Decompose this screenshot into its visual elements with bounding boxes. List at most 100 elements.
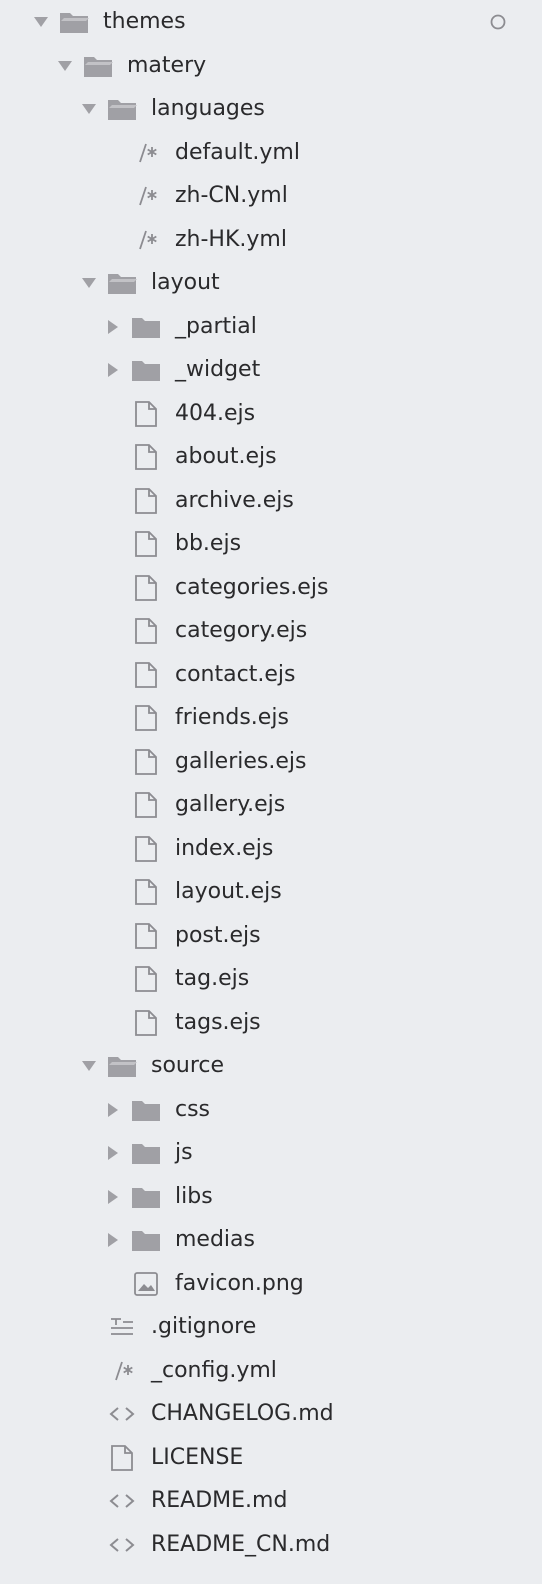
tree-row[interactable]: CHANGELOG.md <box>0 1392 542 1436</box>
config-file-icon <box>130 225 162 255</box>
disclosure-right-icon[interactable] <box>106 1189 120 1204</box>
disclosure-right-icon[interactable] <box>106 1233 120 1247</box>
disclosure-down-icon[interactable] <box>82 102 96 116</box>
file-icon <box>130 486 162 516</box>
disclosure-down-icon[interactable] <box>58 59 72 73</box>
tree-row[interactable]: medias <box>0 1218 542 1262</box>
file-icon <box>130 921 162 951</box>
tree-item-label: tag.ejs <box>175 966 250 991</box>
folder-icon <box>130 1182 162 1212</box>
tree-row[interactable]: default.yml <box>0 131 542 175</box>
tree-item-label: source <box>151 1053 225 1078</box>
tree-item-label: archive.ejs <box>175 487 294 513</box>
tree-row[interactable]: README.md <box>0 1479 542 1523</box>
tree-item-label: bb.ejs <box>175 531 242 556</box>
tree-row[interactable]: README_CN.md <box>0 1523 542 1567</box>
tree-item-label: friends.ejs <box>175 705 289 730</box>
disclosure-down-icon[interactable] <box>34 15 48 29</box>
code-file-icon <box>106 1530 138 1560</box>
tree-item-label: gallery.ejs <box>175 792 286 817</box>
tree-row[interactable]: galleries.ejs <box>0 740 542 784</box>
tree-item-label: languages <box>151 96 265 121</box>
file-icon <box>130 1008 162 1038</box>
file-icon <box>130 573 162 603</box>
tree-row[interactable]: layout.ejs <box>0 870 542 914</box>
file-icon <box>130 442 162 472</box>
file-icon <box>106 1443 138 1473</box>
folder-open-icon <box>82 51 114 81</box>
tree-row[interactable]: zh-HK.yml <box>0 218 542 262</box>
folder-open-icon <box>58 7 90 37</box>
tree-row[interactable]: category.ejs <box>0 609 542 653</box>
disclosure-down-icon[interactable] <box>82 1059 96 1073</box>
tree-item-label: README.md <box>151 1488 288 1513</box>
tree-row[interactable]: bb.ejs <box>0 522 542 566</box>
tree-item-label: favicon.png <box>175 1270 304 1296</box>
tree-item-label: 404.ejs <box>175 400 256 426</box>
tree-row[interactable]: post.ejs <box>0 914 542 958</box>
tree-item-label: zh-HK.yml <box>175 226 287 252</box>
tree-item-label: matery <box>127 52 207 78</box>
tree-item-label: libs <box>175 1183 213 1209</box>
tree-row[interactable]: 404.ejs <box>0 392 542 436</box>
file-tree: themes matery languages default.yml zh-CN.ym… <box>0 0 542 1584</box>
tree-row[interactable]: layout <box>0 261 542 305</box>
tree-item-label: galleries.ejs <box>175 748 307 774</box>
tree-row[interactable]: LICENSE <box>0 1436 542 1480</box>
tree-item-label: themes <box>103 9 186 34</box>
disclosure-right-icon[interactable] <box>106 1102 120 1117</box>
disclosure-right-icon[interactable] <box>106 363 120 377</box>
folder-icon <box>130 1138 162 1168</box>
tree-row[interactable]: about.ejs <box>0 435 542 479</box>
config-file-icon <box>130 181 162 211</box>
tree-item-label: css <box>175 1096 211 1122</box>
tree-row[interactable]: source <box>0 1044 542 1088</box>
folder-open-icon <box>106 1051 138 1081</box>
disclosure-right-icon[interactable] <box>106 319 120 334</box>
code-file-icon <box>106 1399 138 1429</box>
tree-row[interactable]: libs <box>0 1175 542 1219</box>
file-icon <box>130 660 162 690</box>
config-file-icon <box>106 1356 138 1386</box>
file-icon <box>130 834 162 864</box>
file-icon <box>130 703 162 733</box>
tree-row[interactable]: gallery.ejs <box>0 783 542 827</box>
tree-item-label: layout.ejs <box>175 879 282 904</box>
file-icon <box>130 747 162 777</box>
tree-row[interactable]: archive.ejs <box>0 479 542 523</box>
tree-row[interactable]: favicon.png <box>0 1262 542 1306</box>
tree-row[interactable]: _widget <box>0 348 542 392</box>
tree-row[interactable]: themes <box>0 0 542 44</box>
file-icon <box>130 529 162 559</box>
file-icon <box>130 964 162 994</box>
tree-row[interactable]: matery <box>0 44 542 88</box>
tree-row[interactable]: tags.ejs <box>0 1001 542 1045</box>
tree-item-label: README_CN.md <box>151 1531 331 1557</box>
file-icon <box>130 877 162 907</box>
tree-item-label: categories.ejs <box>175 574 329 600</box>
image-file-icon <box>130 1269 162 1299</box>
tree-row[interactable]: friends.ejs <box>0 696 542 740</box>
file-icon <box>130 790 162 820</box>
tree-row[interactable]: index.ejs <box>0 827 542 871</box>
folder-icon <box>130 355 162 385</box>
tree-row[interactable]: tag.ejs <box>0 957 542 1001</box>
tree-row[interactable]: js <box>0 1131 542 1175</box>
tree-row[interactable]: contact.ejs <box>0 653 542 697</box>
disclosure-down-icon[interactable] <box>82 276 96 290</box>
tree-item-label: post.ejs <box>175 922 261 948</box>
folder-icon <box>130 1095 162 1125</box>
folder-open-icon <box>106 94 138 124</box>
tree-row[interactable]: categories.ejs <box>0 566 542 610</box>
tree-row[interactable]: zh-CN.yml <box>0 174 542 218</box>
tree-item-label: medias <box>175 1227 255 1252</box>
tree-row[interactable]: _config.yml <box>0 1349 542 1393</box>
tree-row[interactable]: css <box>0 1088 542 1132</box>
code-file-icon <box>106 1486 138 1516</box>
tree-row[interactable]: languages <box>0 87 542 131</box>
tree-item-label: _widget <box>175 357 261 382</box>
disclosure-right-icon[interactable] <box>106 1146 120 1160</box>
tree-row[interactable]: .gitignore <box>0 1305 542 1349</box>
tree-row[interactable]: _partial <box>0 305 542 349</box>
folder-open-icon <box>106 268 138 298</box>
